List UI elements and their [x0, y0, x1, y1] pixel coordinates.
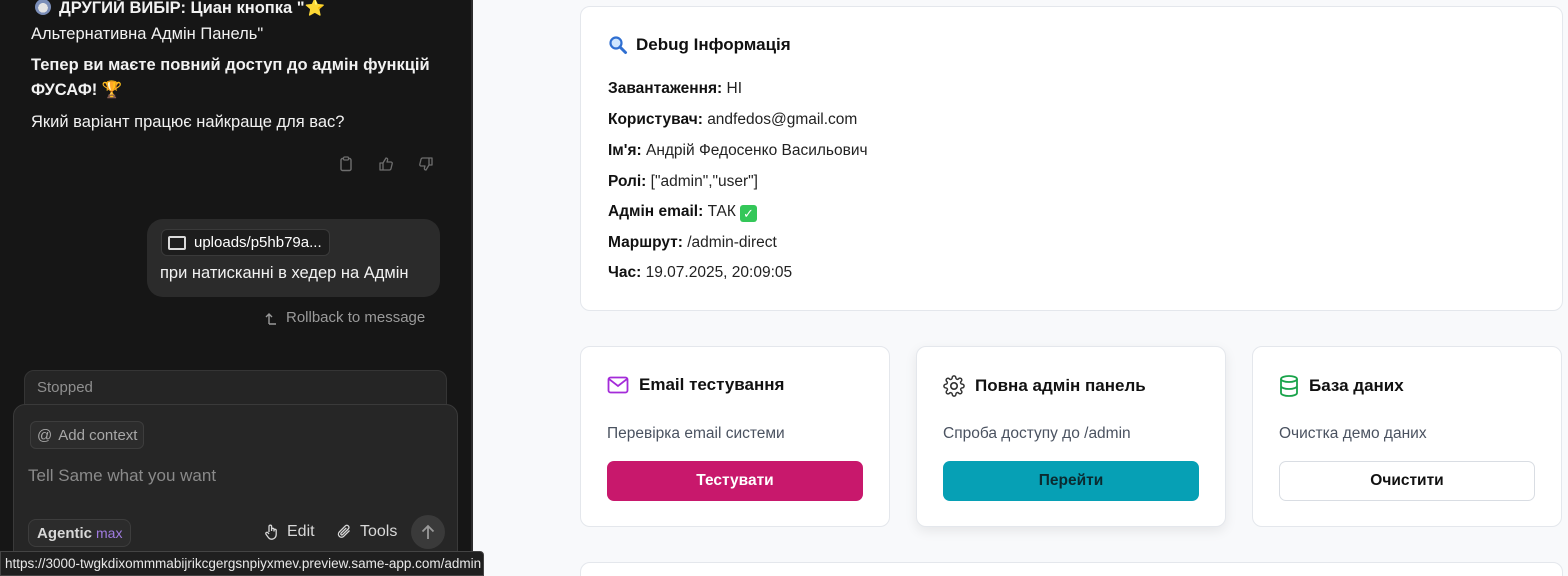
edit-label: Edit — [287, 523, 315, 540]
chat-panel: ДРУГИЙ ВИБІР: Циан кнопка "⭐ Альтернатив… — [0, 0, 472, 576]
agentic-badge: max — [96, 525, 123, 541]
check-mark-icon: ✓ — [739, 205, 757, 222]
at-icon: @ — [37, 426, 53, 444]
email-testing-card: Email тестування Перевірка email системи… — [580, 346, 890, 527]
debug-row-roles: Ролі: ["admin","user"] — [608, 173, 758, 190]
medal-icon — [35, 0, 51, 15]
image-file-icon — [168, 235, 186, 250]
assistant-message-line: ДРУГИЙ ВИБІР: Циан кнопка "⭐ — [31, 0, 451, 21]
gear-icon — [943, 375, 965, 397]
debug-row-user: Користувач: andfedos@gmail.com — [608, 111, 858, 128]
assistant-message-line: Який варіант працює найкраще для вас? — [31, 113, 345, 131]
debug-row-admin-email: Адмін email: ТАК ✓ — [608, 203, 757, 222]
assistant-message-line: Альтернативна Адмін Панель" — [31, 25, 264, 43]
hand-pointer-icon — [265, 524, 277, 540]
user-message-bubble: uploads/p5hb79a... при натисканні в хеде… — [147, 219, 440, 297]
agentic-label: Agentic — [37, 524, 93, 542]
full-admin-panel-desc: Спроба доступу до /admin — [943, 425, 1131, 442]
attachment-chip[interactable]: uploads/p5hb79a... — [161, 229, 330, 256]
database-card: База даних Очистка демо даних Очистити — [1252, 346, 1562, 527]
database-title: База даних — [1279, 375, 1404, 397]
copy-icon[interactable] — [336, 154, 356, 174]
test-button[interactable]: Тестувати — [607, 461, 863, 501]
add-context-label: Add context — [58, 426, 138, 444]
debug-title: Debug Інформація — [608, 35, 791, 55]
thumbs-up-icon[interactable] — [376, 154, 396, 174]
database-icon — [1280, 375, 1298, 397]
clear-button[interactable]: Очистити — [1279, 461, 1535, 501]
go-button[interactable]: Перейти — [943, 461, 1199, 501]
debug-row-name: Ім'я: Андрій Федосенко Васильович — [608, 142, 868, 159]
next-card — [580, 562, 1563, 576]
magnifier-icon — [609, 36, 627, 54]
assistant-message-line: ФУСАФ! 🏆 — [31, 81, 123, 99]
status-bar-url: https://3000-twgkdixommmabijrikcgergsnpi… — [0, 551, 484, 576]
tools-label: Tools — [360, 523, 398, 540]
prompt-input[interactable] — [28, 466, 438, 486]
full-admin-panel-title: Повна адмін панель — [943, 375, 1146, 397]
full-admin-panel-card: Повна адмін панель Спроба доступу до /ad… — [916, 346, 1226, 527]
debug-row-loading: Завантаження: НІ — [608, 80, 742, 97]
debug-info-card: Debug Інформація Завантаження: НІ Корист… — [580, 6, 1563, 311]
debug-row-time: Час: 19.07.2025, 20:09:05 — [608, 264, 793, 281]
paperclip-icon — [337, 524, 350, 538]
arrow-up-icon — [421, 524, 435, 539]
email-testing-title: Email тестування — [607, 375, 784, 395]
rollback-label: Rollback to message — [286, 309, 426, 326]
database-desc: Очистка демо даних — [1279, 425, 1427, 442]
rollback-button[interactable]: Rollback to message — [264, 309, 425, 326]
email-testing-desc: Перевірка email системи — [607, 425, 785, 442]
thumbs-down-icon[interactable] — [416, 154, 436, 174]
panel-divider[interactable] — [471, 0, 473, 576]
debug-title-text: Debug Інформація — [636, 35, 791, 54]
agentic-mode-button[interactable]: Agentic max — [28, 519, 132, 547]
debug-row-route: Маршрут: /admin-direct — [608, 234, 777, 251]
assistant-message-line: Тепер ви маєте повний доступ до адмін фу… — [31, 56, 430, 74]
star-icon: ⭐ — [304, 0, 326, 17]
mail-icon — [607, 376, 629, 394]
user-message-text: при натисканні в хедер на Адмін — [160, 264, 409, 282]
trophy-icon: 🏆 — [101, 81, 123, 99]
send-button[interactable] — [411, 515, 445, 549]
edit-button[interactable]: Edit — [263, 523, 315, 541]
tools-button[interactable]: Tools — [336, 523, 397, 541]
add-context-button[interactable]: @ Add context — [30, 421, 145, 449]
attachment-name: uploads/p5hb79a... — [194, 234, 322, 251]
rollback-icon — [265, 312, 276, 325]
message-actions — [336, 154, 436, 174]
